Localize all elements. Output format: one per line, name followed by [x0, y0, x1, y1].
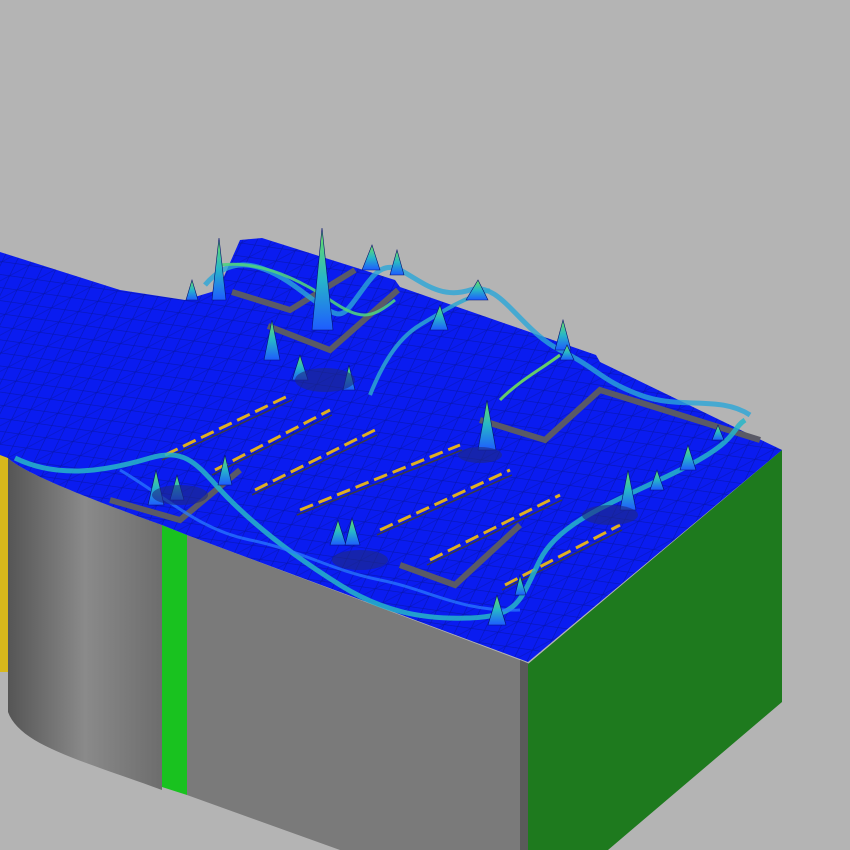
simulation-scene[interactable] [0, 0, 850, 850]
stripe-green [162, 525, 187, 795]
3d-viewport[interactable] [0, 0, 850, 850]
